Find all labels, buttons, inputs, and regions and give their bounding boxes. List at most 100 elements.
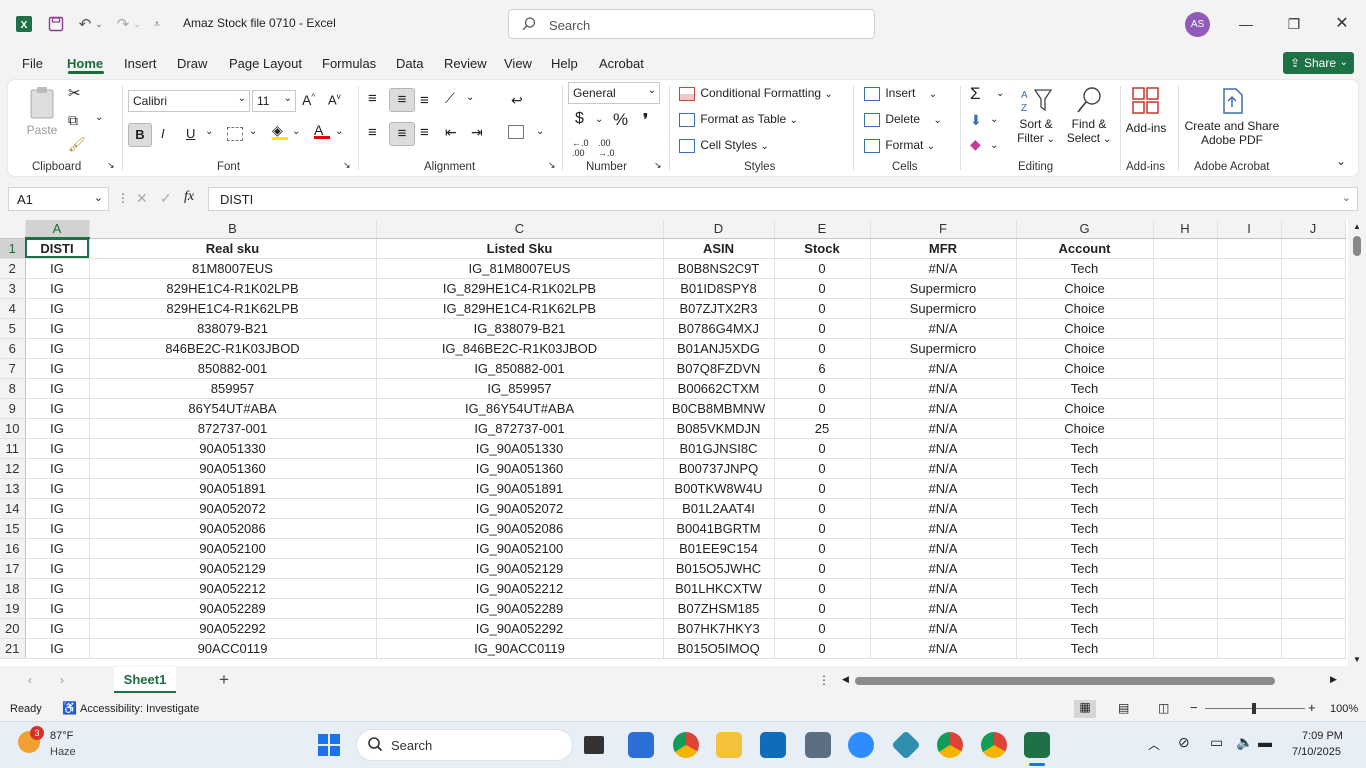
grid-cell[interactable]: IG_90A052289 [376,598,664,619]
grid-cell[interactable]: IG_90A051330 [376,438,664,459]
align-top-icon[interactable]: ≡ [368,90,377,107]
font-color-icon[interactable]: A [314,122,330,139]
grid-cell[interactable]: Choice [1016,338,1154,359]
number-format-dropdown[interactable]: General ⌄ [568,82,660,104]
grid-cell[interactable] [1153,398,1218,419]
grid-cell[interactable]: B00737JNPQ [663,458,775,479]
row-header[interactable]: 11 [0,438,26,459]
grid-cell[interactable]: #N/A [870,618,1017,639]
horizontal-scroll-thumb[interactable] [855,677,1275,685]
grid-cell[interactable] [1281,418,1346,439]
format-as-table-button[interactable]: Format as Table ⌄ [679,112,798,127]
fill-icon[interactable]: ⬇ [970,112,982,129]
grid-cell[interactable] [1281,358,1346,379]
grid-cell[interactable]: IG_846BE2C-R1K03JBOD [376,338,664,359]
grid-cell[interactable]: #N/A [870,538,1017,559]
tab-help[interactable]: Help [551,56,578,71]
grid-cell[interactable]: Choice [1016,298,1154,319]
row-header[interactable]: 17 [0,558,26,579]
clock-time[interactable]: 7:09 PM [1302,730,1343,742]
grid-cell[interactable]: Tech [1016,378,1154,399]
page-layout-view-icon[interactable]: ▤ [1118,701,1129,715]
grid-cell[interactable] [1153,598,1218,619]
grid-cell[interactable]: IG_872737-001 [376,418,664,439]
grid-cell[interactable] [1153,418,1218,439]
grid-cell[interactable] [1217,358,1282,379]
tab-data[interactable]: Data [396,56,423,71]
row-header[interactable]: 4 [0,298,26,319]
save-icon[interactable] [46,12,66,36]
select-all-corner[interactable] [0,220,26,239]
undo-icon[interactable]: ↶ [76,12,94,36]
grid-cell[interactable]: B01ANJ5XDG [663,338,775,359]
grid-cell[interactable]: IG [25,638,90,659]
grid-cell[interactable] [1217,618,1282,639]
grid-cell[interactable] [1153,278,1218,299]
formula-input[interactable]: DISTI ⌄ [208,187,1358,211]
grid-cell[interactable]: IG [25,338,90,359]
grid-cell[interactable]: 90A051330 [89,438,377,459]
excel-taskbar-icon[interactable] [1024,732,1050,758]
column-header-h[interactable]: H [1153,220,1218,239]
grid-cell[interactable]: IG_81M8007EUS [376,258,664,279]
column-header-d[interactable]: D [663,220,775,239]
volume-icon[interactable]: 🔈 [1236,734,1253,751]
grid-cell[interactable]: 846BE2C-R1K03JBOD [89,338,377,359]
grid-cell[interactable] [1153,238,1218,259]
grid-cell[interactable] [1217,638,1282,659]
grid-cell[interactable]: IG [25,398,90,419]
grid-cell[interactable]: 0 [774,498,871,519]
grid-cell[interactable]: B0041BGRTM [663,518,775,539]
grid-cell[interactable]: IG_90ACC0119 [376,638,664,659]
grid-cell[interactable] [1217,518,1282,539]
grid-cell[interactable]: Tech [1016,578,1154,599]
show-hidden-icons-icon[interactable]: ︿ [1148,736,1160,753]
grid-cell[interactable]: 872737-001 [89,418,377,439]
tab-home[interactable]: Home [67,56,103,71]
grid-cell[interactable] [1217,478,1282,499]
grid-cell[interactable]: B07Q8FZDVN [663,358,775,379]
decrease-font-icon[interactable]: Av [328,92,341,107]
grid-cell[interactable]: #N/A [870,358,1017,379]
create-share-pdf-button[interactable]: Create and Share Adobe PDF [1184,86,1280,147]
grid-cell[interactable]: B01EE9C154 [663,538,775,559]
grid-cell[interactable]: Choice [1016,278,1154,299]
grid-cell[interactable]: 850882-001 [89,358,377,379]
minimize-icon[interactable]: — [1236,14,1256,34]
grid-cell[interactable]: 86Y54UT#ABA [89,398,377,419]
grid-cell[interactable] [1153,298,1218,319]
italic-button[interactable]: I [161,126,165,141]
comma-style-icon[interactable]: ❜ [643,110,648,130]
clock-date[interactable]: 7/10/2025 [1292,746,1341,758]
column-header-i[interactable]: I [1217,220,1282,239]
grid-cell[interactable]: Tech [1016,258,1154,279]
paste-button[interactable]: Paste [24,86,60,140]
grid-cell[interactable] [1281,258,1346,279]
borders-dropdown-icon[interactable]: ⌄ [249,126,257,137]
row-header[interactable]: 16 [0,538,26,559]
grid-cell[interactable]: B01L2AAT4I [663,498,775,519]
grid-cell[interactable]: Tech [1016,498,1154,519]
grid-cell[interactable]: Tech [1016,618,1154,639]
insert-function-icon[interactable]: fx [184,189,194,205]
orientation-icon[interactable]: ⟋ [445,90,455,107]
grid-cell[interactable]: 0 [774,558,871,579]
grid-cell[interactable]: 0 [774,278,871,299]
grid-cell[interactable]: #N/A [870,518,1017,539]
windows-start-icon[interactable] [318,734,340,756]
vertical-scrollbar[interactable]: ▲ ▼ [1348,220,1366,666]
grid-cell[interactable]: IG_90A052212 [376,578,664,599]
grid-cell[interactable]: IG_90A052086 [376,518,664,539]
grid-cell[interactable] [1153,318,1218,339]
grid-cell[interactable]: B07ZJTX2R3 [663,298,775,319]
grid-cell[interactable]: IG [25,378,90,399]
row-header[interactable]: 5 [0,318,26,339]
grid-cell[interactable]: IG_829HE1C4-R1K62LPB [376,298,664,319]
tab-page-layout[interactable]: Page Layout [229,56,302,71]
grid-cell[interactable]: B01ID8SPY8 [663,278,775,299]
zoom-in-icon[interactable]: + [1308,700,1316,715]
increase-decimal-icon[interactable]: ←.0.00 [572,138,589,158]
grid-cell[interactable]: Supermicro [870,278,1017,299]
grid-cell[interactable]: IG_850882-001 [376,358,664,379]
alignment-launcher-icon[interactable]: ↘ [548,160,556,171]
